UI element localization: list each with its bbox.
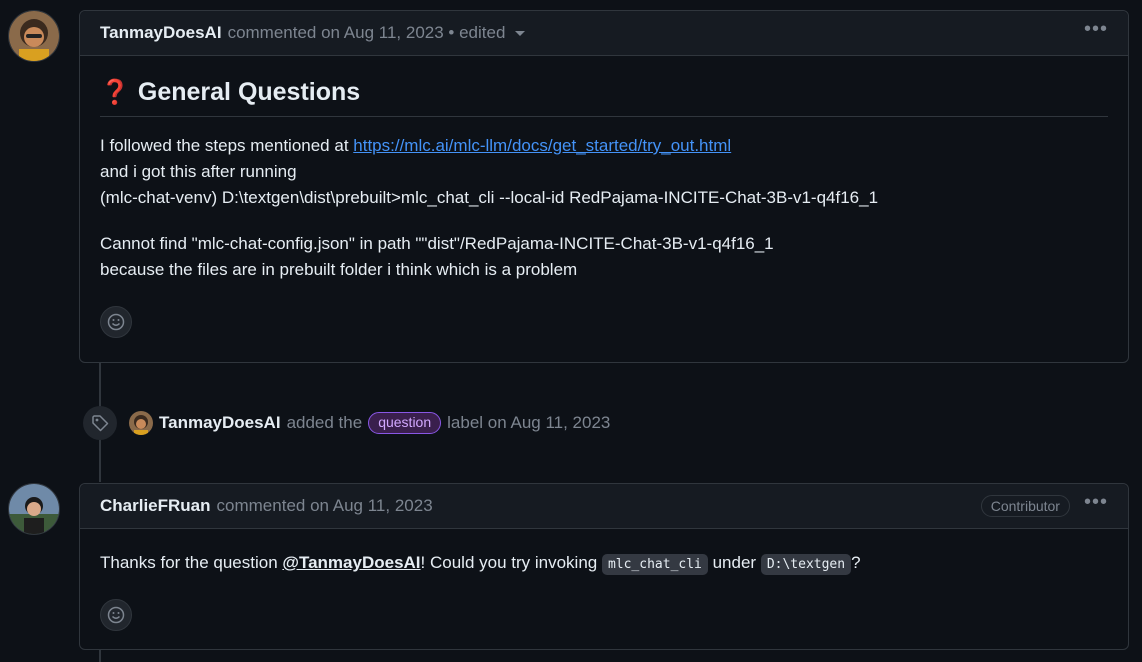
paragraph-text: I followed the steps mentioned at (100, 136, 354, 155)
timeline-line (99, 648, 101, 662)
paragraph-text: (mlc-chat-venv) D:\textgen\dist\prebuilt… (100, 188, 879, 207)
comment-heading: ❓ General Questions (100, 56, 1108, 117)
comment-options-button[interactable]: ••• (1084, 492, 1108, 515)
inline-code: mlc_chat_cli (601, 554, 708, 575)
author-link[interactable]: TanmayDoesAI (159, 413, 281, 433)
tag-icon (83, 406, 117, 440)
comment-meta[interactable]: commented on Aug 11, 2023 • edited (228, 23, 506, 43)
label-event: TanmayDoesAI added the question label on… (83, 405, 610, 441)
avatar[interactable] (129, 411, 153, 435)
comment-card: CharlieFRuan commented on Aug 11, 2023 C… (79, 483, 1129, 650)
add-reaction-button[interactable] (100, 599, 132, 631)
paragraph-text: Thanks for the question (100, 553, 283, 572)
question-icon: ❓ (100, 79, 130, 106)
question-label[interactable]: question (368, 412, 442, 434)
event-text: added the (286, 413, 363, 432)
paragraph-text: ? (851, 553, 861, 572)
user-mention[interactable]: @TanmayDoesAI (282, 553, 420, 572)
smiley-icon (107, 606, 125, 624)
heading-text: General Questions (137, 78, 361, 106)
avatar[interactable] (8, 10, 60, 62)
smiley-icon (107, 313, 125, 331)
author-link[interactable]: CharlieFRuan (100, 496, 211, 516)
comment-options-button[interactable]: ••• (1084, 19, 1108, 42)
paragraph-text: Cannot find "mlc-chat-config.json" in pa… (100, 234, 774, 253)
paragraph-text: because the files are in prebuilt folder… (100, 260, 578, 279)
comment-header: TanmayDoesAI commented on Aug 11, 2023 •… (80, 11, 1128, 56)
comment-card: TanmayDoesAI commented on Aug 11, 2023 •… (79, 10, 1129, 363)
docs-link[interactable]: https://mlc.ai/mlc-llm/docs/get_started/… (353, 136, 731, 155)
avatar[interactable] (8, 483, 60, 535)
comment-meta[interactable]: commented on Aug 11, 2023 (217, 496, 433, 516)
event-text: label on Aug 11, 2023 (447, 413, 611, 432)
comment-paragraph: I followed the steps mentioned at https:… (100, 133, 1108, 211)
add-reaction-button[interactable] (100, 306, 132, 338)
comment-header: CharlieFRuan commented on Aug 11, 2023 C… (80, 484, 1128, 529)
author-link[interactable]: TanmayDoesAI (100, 23, 222, 43)
contributor-badge: Contributor (980, 495, 1070, 517)
chevron-down-icon[interactable] (515, 30, 526, 36)
comment-paragraph: Cannot find "mlc-chat-config.json" in pa… (100, 231, 1108, 283)
inline-code: D:\textgen (760, 554, 852, 575)
comment-paragraph: Thanks for the question @TanmayDoesAI! C… (100, 550, 1108, 578)
paragraph-text: ! Could you try invoking (420, 553, 602, 572)
paragraph-text: under (707, 553, 761, 572)
paragraph-text: and i got this after running (100, 162, 297, 181)
